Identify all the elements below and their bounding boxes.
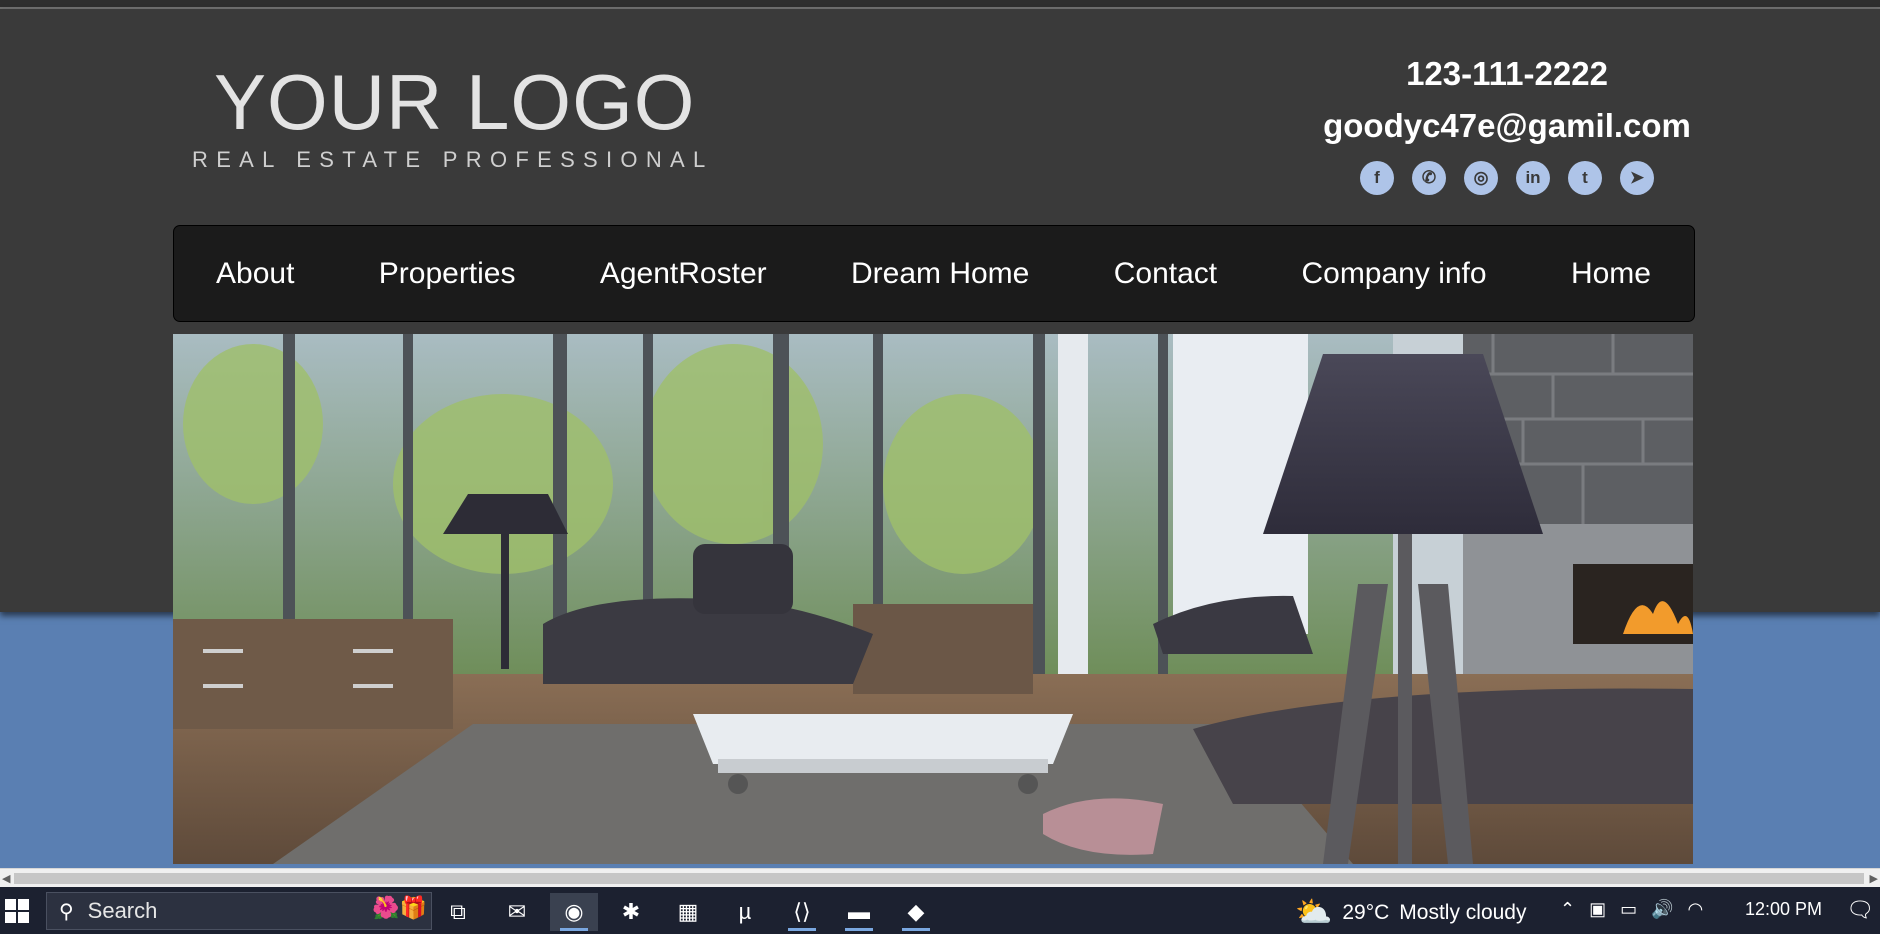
site-logo[interactable]: YOUR LOGO REAL ESTATE PROFESSIONAL — [190, 57, 720, 177]
git-icon[interactable]: ◆ — [892, 893, 940, 931]
nav-company-info[interactable]: Company info — [1301, 257, 1486, 291]
nav-agent-roster[interactable]: AgentRoster — [600, 257, 767, 291]
slack-icon[interactable]: ✱ — [607, 893, 655, 931]
mail-icon[interactable]: ✉ — [493, 893, 541, 931]
volume-icon[interactable]: 🔊 — [1651, 899, 1673, 920]
contact-phone[interactable]: 123-111-2222 — [1300, 53, 1714, 95]
weather-widget[interactable]: ⛅ 29°C Mostly cloudy — [1295, 895, 1527, 930]
nav-dream-home[interactable]: Dream Home — [851, 257, 1029, 291]
notification-icon[interactable]: 🗨 — [1846, 897, 1874, 923]
logo-tagline: REAL ESTATE PROFESSIONAL — [192, 147, 714, 172]
scrollbar-thumb[interactable] — [14, 873, 1864, 884]
weather-temp: 29°C — [1342, 900, 1390, 924]
scroll-left-icon[interactable]: ◀ — [2, 872, 10, 885]
chrome-icon[interactable]: ◉ — [550, 893, 598, 931]
browser-top-edge — [0, 0, 1880, 9]
taskbar-search[interactable]: ⚲ Search 🌺🎁 — [46, 892, 432, 930]
linkedin-icon[interactable]: in — [1516, 161, 1550, 195]
telegram-icon[interactable]: ➤ — [1620, 161, 1654, 195]
contact-block: 123-111-2222 goodyc47e@gamil.com f ✆ ◎ i… — [1300, 53, 1714, 195]
search-icon: ⚲ — [59, 900, 74, 923]
taskbar-search-label: Search — [87, 898, 158, 923]
logo-main-text: YOUR LOGO — [214, 58, 696, 146]
contact-email[interactable]: goodyc47e@gamil.com — [1300, 105, 1714, 147]
wifi-icon[interactable]: ◠ — [1688, 899, 1704, 920]
nav-properties[interactable]: Properties — [379, 257, 516, 291]
hero-image — [173, 334, 1693, 864]
facebook-icon[interactable]: f — [1360, 161, 1394, 195]
meet-now-icon[interactable]: ▣ — [1589, 899, 1606, 920]
file-explorer-icon[interactable]: ▬ — [835, 893, 883, 931]
store-icon[interactable]: ▦ — [664, 893, 712, 931]
chevron-up-icon[interactable]: ⌃ — [1560, 899, 1575, 920]
instagram-icon[interactable]: ◎ — [1464, 161, 1498, 195]
horizontal-scrollbar[interactable]: ◀ ▶ — [0, 868, 1880, 887]
partly-cloudy-icon: ⛅ — [1295, 896, 1333, 929]
search-highlight-icon: 🌺🎁 — [372, 895, 427, 920]
whatsapp-icon[interactable]: ✆ — [1412, 161, 1446, 195]
task-view-icon[interactable]: ⧉ — [434, 893, 482, 931]
vscode-icon[interactable]: ⟨⟩ — [778, 893, 826, 931]
main-nav: About Properties AgentRoster Dream Home … — [173, 225, 1695, 322]
scroll-right-icon[interactable]: ▶ — [1870, 872, 1878, 885]
nav-home[interactable]: Home — [1571, 257, 1651, 291]
taskbar-clock[interactable]: 12:00 PM — [1745, 899, 1822, 920]
torrent-icon[interactable]: µ — [721, 893, 769, 931]
windows-start-icon[interactable] — [5, 899, 29, 923]
twitter-icon[interactable]: t — [1568, 161, 1602, 195]
taskbar: ⚲ Search 🌺🎁 ⧉ ✉ ◉ ✱ ▦ µ ⟨⟩ ▬ ◆ ⛅ 29°C Mo… — [0, 887, 1880, 934]
system-tray: ⌃ ▣ ▭ 🔊 ◠ — [1560, 899, 1703, 920]
nav-about[interactable]: About — [216, 257, 294, 291]
nav-contact[interactable]: Contact — [1114, 257, 1217, 291]
battery-icon[interactable]: ▭ — [1620, 899, 1637, 920]
weather-condition: Mostly cloudy — [1399, 900, 1527, 924]
social-links: f ✆ ◎ in t ➤ — [1300, 161, 1714, 195]
